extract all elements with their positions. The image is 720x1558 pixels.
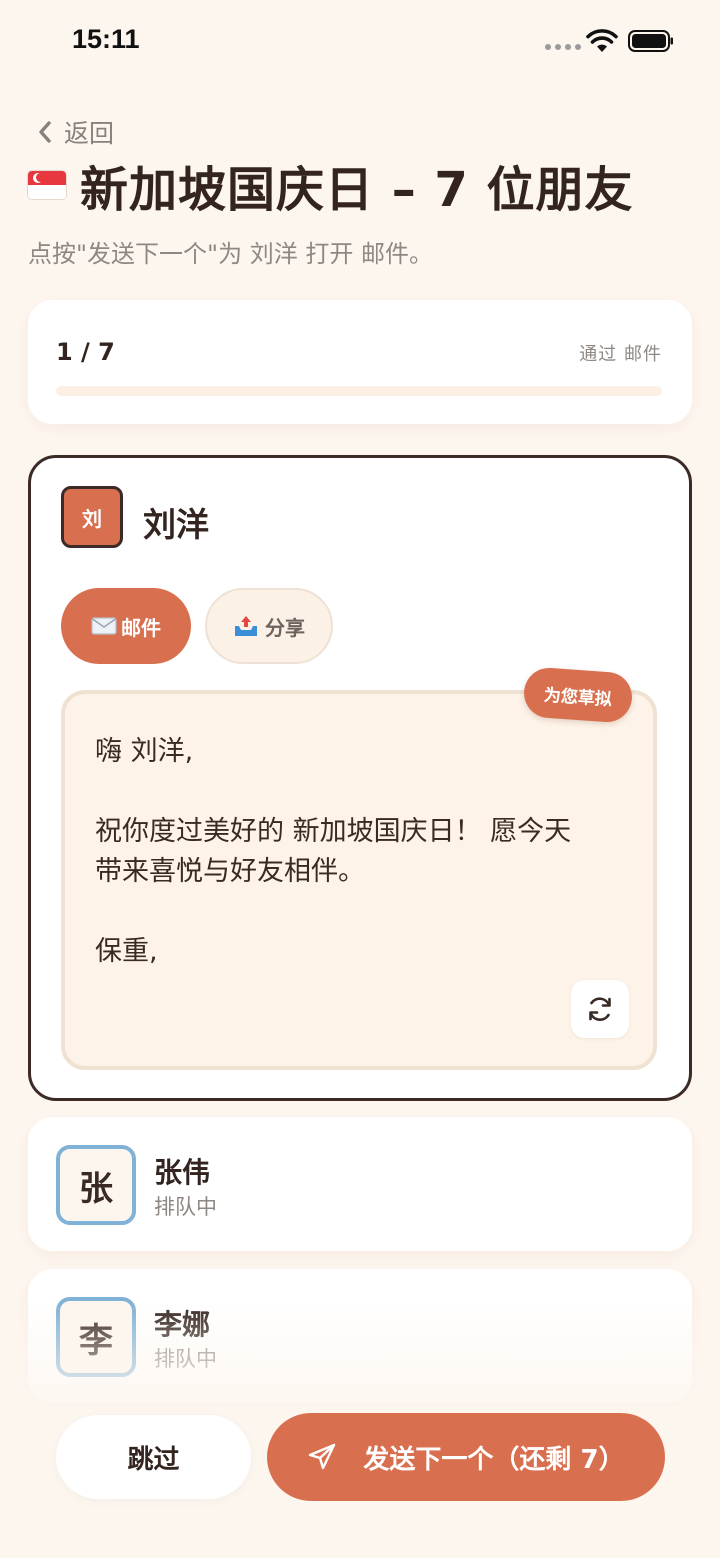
contact-name: 张伟 xyxy=(154,1156,211,1189)
wifi-icon xyxy=(586,29,618,52)
contact-name: 刘洋 xyxy=(143,505,209,544)
skip-button-label: 跳过 xyxy=(127,1444,180,1475)
share-button-label: 分享 xyxy=(265,615,305,640)
mail-button-label: 邮件 xyxy=(121,615,161,640)
draft-greeting: 嗨 刘洋, xyxy=(95,736,194,767)
chevron-left-icon xyxy=(39,121,51,143)
send-button-label: 发送下一个（还剩 7） xyxy=(363,1444,625,1475)
queue-status: 排队中 xyxy=(154,1195,217,1219)
progress-card: 1 / 7 通过 邮件 xyxy=(28,300,692,424)
share-tray-icon xyxy=(235,616,257,636)
battery-icon xyxy=(628,30,673,52)
avatar: 张 xyxy=(56,1145,136,1225)
contact-name: 李娜 xyxy=(154,1308,211,1341)
avatar: 李 xyxy=(56,1297,136,1377)
skip-button[interactable]: 跳过 xyxy=(56,1415,251,1499)
regenerate-button[interactable] xyxy=(571,980,629,1038)
back-button[interactable]: 返回 xyxy=(36,114,114,150)
avatar: 刘 xyxy=(61,486,123,548)
progress-bar xyxy=(56,386,662,396)
queue-status: 排队中 xyxy=(154,1347,217,1371)
page-subtitle: 点按"发送下一个"为 刘洋 打开 邮件。 xyxy=(28,240,433,268)
back-label: 返回 xyxy=(64,119,115,148)
progress-count: 1 / 7 xyxy=(56,338,115,366)
queue-item[interactable]: 张 张伟 排队中 xyxy=(28,1117,692,1251)
share-channel-button[interactable]: 分享 xyxy=(205,588,333,664)
draft-body-line: 带来喜悦与好友相伴。 xyxy=(95,856,365,887)
drafted-for-you-badge: 为您草拟 xyxy=(522,666,634,724)
status-bar: 15:11 xyxy=(0,0,720,80)
queue-item[interactable]: 李 李娜 排队中 xyxy=(28,1269,692,1403)
message-draft[interactable]: 嗨 刘洋, 祝你度过美好的 新加坡国庆日！ 愿今天 带来喜悦与好友相伴。 保重, xyxy=(61,690,657,1070)
send-icon xyxy=(309,1443,336,1470)
draft-body-line: 祝你度过美好的 新加坡国庆日！ 愿今天 xyxy=(95,816,572,847)
signal-icon xyxy=(545,44,581,50)
page-title-row: 新加坡国庆日 – 7 位朋友 xyxy=(28,150,634,220)
draft-signoff: 保重, xyxy=(95,936,158,967)
envelope-icon xyxy=(91,617,117,635)
draft-text: 嗨 刘洋, 祝你度过美好的 新加坡国庆日！ 愿今天 带来喜悦与好友相伴。 保重, xyxy=(95,732,635,972)
active-contact-card: 刘 刘洋 邮件 分享 嗨 刘洋, 祝你度过美好的 新加坡国庆日！ 愿今天 带来喜… xyxy=(28,455,692,1101)
mail-channel-button[interactable]: 邮件 xyxy=(61,588,191,664)
singapore-flag-icon xyxy=(28,171,66,199)
page-title: 新加坡国庆日 – 7 位朋友 xyxy=(80,162,634,218)
progress-channel: 通过 邮件 xyxy=(579,344,662,365)
send-next-button[interactable]: 发送下一个（还剩 7） xyxy=(267,1413,665,1501)
status-time: 15:11 xyxy=(72,24,140,54)
refresh-icon xyxy=(589,997,611,1021)
